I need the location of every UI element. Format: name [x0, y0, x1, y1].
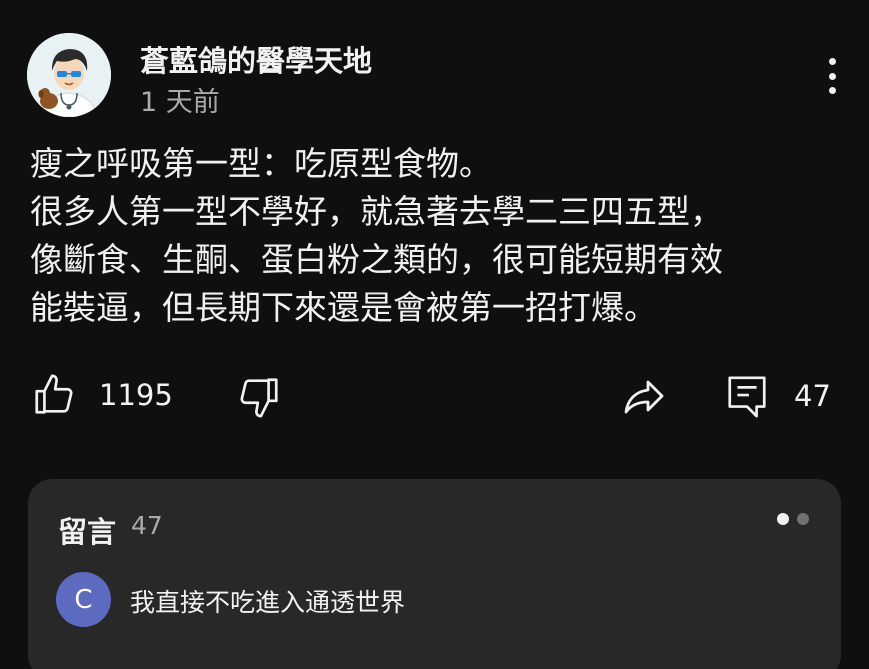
like-button[interactable]: 1195	[31, 372, 173, 418]
comments-button[interactable]: 47	[724, 372, 831, 420]
comment-count: 47	[794, 379, 831, 413]
like-count: 1195	[99, 378, 173, 412]
post-body: 瘦之呼吸第一型：吃原型食物。 很多人第一型不學好，就急著去學二三四五型， 像斷食…	[30, 140, 850, 332]
thumb-down-icon	[240, 378, 278, 418]
pager-dot	[797, 513, 809, 525]
cartoon-doctor-avatar-icon	[27, 33, 111, 117]
pager-dot-active	[777, 513, 789, 525]
comments-panel[interactable]: 留言 47 C 我直接不吃進入通透世界	[28, 479, 841, 669]
channel-name[interactable]: 蒼藍鴿的醫學天地	[140, 38, 372, 80]
share-icon	[624, 380, 664, 414]
channel-avatar[interactable]	[27, 33, 111, 117]
community-post: 蒼藍鴿的醫學天地 1 天前 瘦之呼吸第一型：吃原型食物。 很多人第一型不學好，就…	[0, 0, 869, 669]
thumb-up-icon	[35, 374, 73, 414]
comments-pager	[777, 513, 809, 525]
post-text-line: 很多人第一型不學好，就急著去學二三四五型，	[30, 192, 723, 231]
comments-title: 留言	[58, 515, 117, 549]
share-button[interactable]	[620, 372, 668, 420]
more-vert-icon	[828, 58, 836, 65]
top-comment-text: 我直接不吃進入通透世界	[130, 588, 406, 617]
post-timestamp: 1 天前	[140, 87, 220, 118]
more-vert-dot	[828, 72, 836, 80]
post-text-line: 瘦之呼吸第一型：吃原型食物。	[30, 144, 492, 183]
post-text-line: 像斷食、生酮、蛋白粉之類的，很可能短期有效	[30, 240, 723, 279]
comment-icon	[728, 376, 766, 418]
post-text-line: 能裝逼，但長期下來還是會被第一招打爆。	[30, 288, 657, 327]
dislike-button[interactable]	[236, 374, 282, 420]
comments-count: 47	[131, 511, 163, 540]
more-vert-dot	[828, 87, 836, 94]
commenter-avatar[interactable]: C	[56, 572, 111, 627]
more-options-button[interactable]	[812, 52, 852, 100]
